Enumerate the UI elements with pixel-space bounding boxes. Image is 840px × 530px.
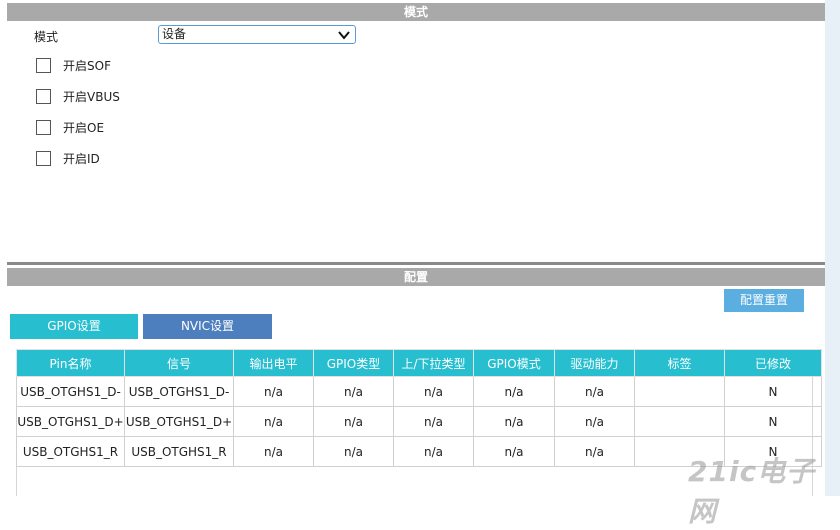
checkbox-row-id[interactable]: 开启ID (36, 149, 100, 167)
cell-pin-name: USB_OTGHS1_D+ (16, 406, 125, 437)
col-header-gpio-type[interactable]: GPIO类型 (313, 349, 394, 377)
watermark-logo: 21ic电子网 (688, 455, 816, 528)
checkbox-row-oe[interactable]: 开启OE (36, 118, 104, 136)
cell-output-level: n/a (233, 406, 314, 437)
tab-nvic-settings[interactable]: NVIC设置 (143, 314, 272, 339)
config-section-header: 配置 (7, 268, 825, 286)
cell-pin-name: USB_OTGHS1_R (16, 436, 125, 467)
window-right-edge (825, 0, 840, 496)
cell-signal: USB_OTGHS1_R (124, 436, 234, 467)
cell-gpio-mode: n/a (473, 436, 555, 467)
checkbox-id-label: 开启ID (63, 151, 100, 166)
col-header-modified[interactable]: 已修改 (724, 349, 822, 377)
chevron-down-icon (338, 31, 350, 40)
col-header-gpio-mode[interactable]: GPIO模式 (473, 349, 555, 377)
cell-label[interactable] (634, 406, 725, 437)
mode-select[interactable]: 设备 (158, 25, 356, 44)
cell-output-level: n/a (233, 376, 314, 407)
table-row[interactable]: USB_OTGHS1_D+ USB_OTGHS1_D+ n/a n/a n/a … (16, 406, 822, 437)
col-header-pin-name[interactable]: Pin名称 (16, 349, 125, 377)
checkbox-row-vbus[interactable]: 开启VBUS (36, 87, 120, 105)
panel-splitter[interactable] (7, 262, 825, 265)
cell-drive-strength: n/a (554, 376, 635, 407)
col-header-pull-type[interactable]: 上/下拉类型 (393, 349, 474, 377)
checkbox-oe-label: 开启OE (63, 120, 105, 135)
cell-pull-type: n/a (393, 406, 474, 437)
cell-drive-strength: n/a (554, 406, 635, 437)
cell-modified: N (724, 376, 822, 407)
col-header-label[interactable]: 标签 (634, 349, 725, 377)
cell-label[interactable] (634, 376, 725, 407)
tab-gpio-settings[interactable]: GPIO设置 (10, 314, 138, 339)
cell-gpio-type: n/a (313, 376, 394, 407)
checkbox-row-sof[interactable]: 开启SOF (36, 56, 111, 74)
checkbox-sof[interactable] (36, 57, 51, 73)
cell-pull-type: n/a (393, 436, 474, 467)
cell-gpio-type: n/a (313, 436, 394, 467)
col-header-output-level[interactable]: 输出电平 (233, 349, 314, 377)
checkbox-id[interactable] (36, 150, 51, 166)
checkbox-vbus-label: 开启VBUS (63, 89, 120, 104)
cell-pull-type: n/a (393, 376, 474, 407)
table-header-row: Pin名称 信号 输出电平 GPIO类型 上/下拉类型 GPIO模式 驱动能力 … (16, 349, 822, 377)
mode-section-header: 模式 (7, 3, 825, 21)
col-header-drive-strength[interactable]: 驱动能力 (554, 349, 635, 377)
checkbox-sof-label: 开启SOF (63, 58, 111, 73)
checkbox-oe[interactable] (36, 119, 51, 135)
cell-gpio-mode: n/a (473, 376, 555, 407)
cell-output-level: n/a (233, 436, 314, 467)
reset-config-button[interactable]: 配置重置 (724, 289, 804, 312)
cell-signal: USB_OTGHS1_D- (124, 376, 234, 407)
col-header-signal[interactable]: 信号 (124, 349, 234, 377)
mode-label: 模式 (34, 30, 59, 44)
cell-gpio-type: n/a (313, 406, 394, 437)
cell-pin-name: USB_OTGHS1_D- (16, 376, 125, 407)
mode-select-value: 设备 (162, 27, 187, 41)
cell-gpio-mode: n/a (473, 406, 555, 437)
table-row[interactable]: USB_OTGHS1_D- USB_OTGHS1_D- n/a n/a n/a … (16, 376, 822, 407)
cell-drive-strength: n/a (554, 436, 635, 467)
checkbox-vbus[interactable] (36, 88, 51, 104)
cell-signal: USB_OTGHS1_D+ (124, 406, 234, 437)
cell-modified: N (724, 406, 822, 437)
